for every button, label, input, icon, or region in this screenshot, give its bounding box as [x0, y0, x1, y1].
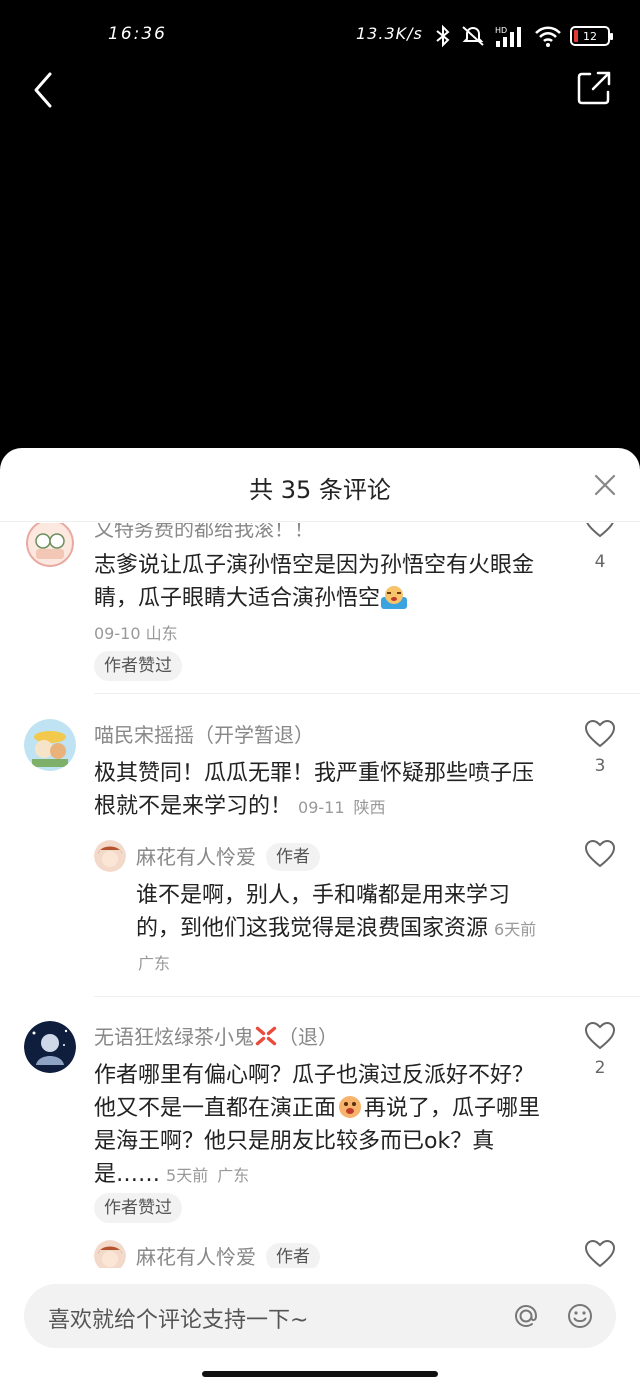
anger-symbol-emoji [255, 1026, 277, 1046]
comment-text: 作者哪里有偏心啊？瓜子也演过反派好不好？他又不是一直都在演正面 再说了，瓜子哪里是… [94, 1059, 554, 1192]
screaming-face-emoji [339, 1096, 362, 1118]
commenter-name-text: 无语狂炫绿茶小鬼 [94, 1025, 254, 1049]
comment-text: 极其赞同！瓜瓜无罪！我严重怀疑那些喷子压根就不是来学习的！ 09-11 陕西 [94, 757, 554, 824]
sheet-header: 共 35 条评论 [0, 448, 640, 522]
reply-author-name[interactable]: 麻花有人怜爱 作者 [136, 1241, 320, 1268]
reply-author-name[interactable]: 麻花有人怜爱 作者 [136, 841, 320, 871]
comment-meta: 09-10 山东 [94, 620, 178, 644]
reply-time: 6天前 [494, 920, 537, 939]
comment-time: 5天前 [166, 1166, 209, 1185]
status-icons: HD 12 [434, 22, 613, 50]
hd-label: HD [495, 26, 507, 35]
commenter-name[interactable]: 又特务费的都给我滚！！ [94, 523, 314, 542]
comment-time: 09-10 [94, 624, 141, 643]
reply-name-text: 麻花有人怜爱 [136, 1245, 256, 1268]
heart-icon[interactable] [584, 1021, 616, 1051]
reply-location: 广东 [138, 954, 171, 973]
comment-text: 志爹说让瓜子演孙悟空是因为孙悟空有火眼金睛，瓜子眼睛大适合演孙悟空 [94, 549, 554, 615]
reply-name-text: 麻花有人怜爱 [136, 845, 256, 869]
comment-location: 陕西 [353, 798, 386, 817]
network-speed: 13.3K/s [356, 24, 423, 43]
commenter-name-suffix: （退） [278, 1025, 338, 1049]
avatar[interactable] [94, 1240, 126, 1268]
battery-level: 12 [583, 29, 597, 43]
comment-input[interactable]: 喜欢就给个评论支持一下~ [24, 1284, 616, 1348]
heart-icon[interactable] [584, 839, 616, 869]
comment-location: 山东 [145, 624, 178, 643]
heart-icon[interactable] [584, 719, 616, 749]
like-count: 2 [594, 1058, 606, 1078]
divider [94, 693, 640, 694]
bluetooth-icon [436, 24, 450, 48]
divider [94, 996, 640, 997]
avatar[interactable] [24, 1021, 76, 1073]
heart-icon[interactable] [584, 1239, 616, 1268]
avatar[interactable] [26, 523, 74, 567]
comment-list[interactable]: 又特务费的都给我滚！！ 志爹说让瓜子演孙悟空是因为孙悟空有火眼金睛，瓜子眼睛大适… [0, 523, 640, 1268]
comment-count-title: 共 35 条评论 [249, 476, 391, 504]
battery-icon: 12 [570, 26, 613, 46]
status-bar: 16:36 13.3K/s HD 12 [0, 0, 640, 72]
emoji-icon[interactable] [564, 1300, 596, 1332]
like-count: 4 [594, 552, 606, 572]
reply-text-content: 谁不是啊，别人，手和嘴都是用来学习的，到他们这我觉得是浪费国家资源 [136, 883, 511, 941]
share-icon[interactable] [574, 68, 614, 108]
crying-face-emoji [381, 586, 408, 609]
back-icon[interactable] [26, 68, 62, 112]
home-indicator[interactable] [202, 1371, 438, 1377]
author-liked-badge: 作者赞过 [94, 1193, 182, 1223]
comment-time: 09-11 [298, 798, 345, 817]
mute-icon [462, 26, 484, 46]
comment-sheet: 共 35 条评论 又特务费的都给我滚！！ 志爹说让瓜子演孙悟空是因为孙悟空有火眼… [0, 448, 640, 1387]
commenter-name[interactable]: 喵民宋摇摇（开学暂退） [94, 719, 314, 748]
author-tag: 作者 [266, 1243, 320, 1268]
heart-icon[interactable] [584, 523, 616, 539]
reply-text: 谁不是啊，别人，手和嘴都是用来学习的，到他们这我觉得是浪费国家资源 6天前 广东 [136, 879, 546, 980]
status-time: 16:36 [108, 24, 167, 44]
like-count: 3 [594, 756, 606, 776]
wifi-icon [535, 26, 561, 47]
avatar[interactable] [24, 719, 76, 771]
mention-icon[interactable] [510, 1300, 542, 1332]
author-liked-badge: 作者赞过 [94, 651, 182, 681]
close-icon[interactable] [592, 472, 618, 498]
commenter-name[interactable]: 无语狂炫绿茶小鬼 （退） [94, 1021, 338, 1050]
avatar[interactable] [94, 840, 126, 872]
signal-icon: HD [495, 26, 521, 47]
comment-input-placeholder: 喜欢就给个评论支持一下~ [48, 1308, 309, 1333]
author-tag: 作者 [266, 843, 320, 871]
comment-location: 广东 [217, 1166, 250, 1185]
comment-text-content: 志爹说让瓜子演孙悟空是因为孙悟空有火眼金睛，瓜子眼睛大适合演孙悟空 [94, 553, 535, 611]
